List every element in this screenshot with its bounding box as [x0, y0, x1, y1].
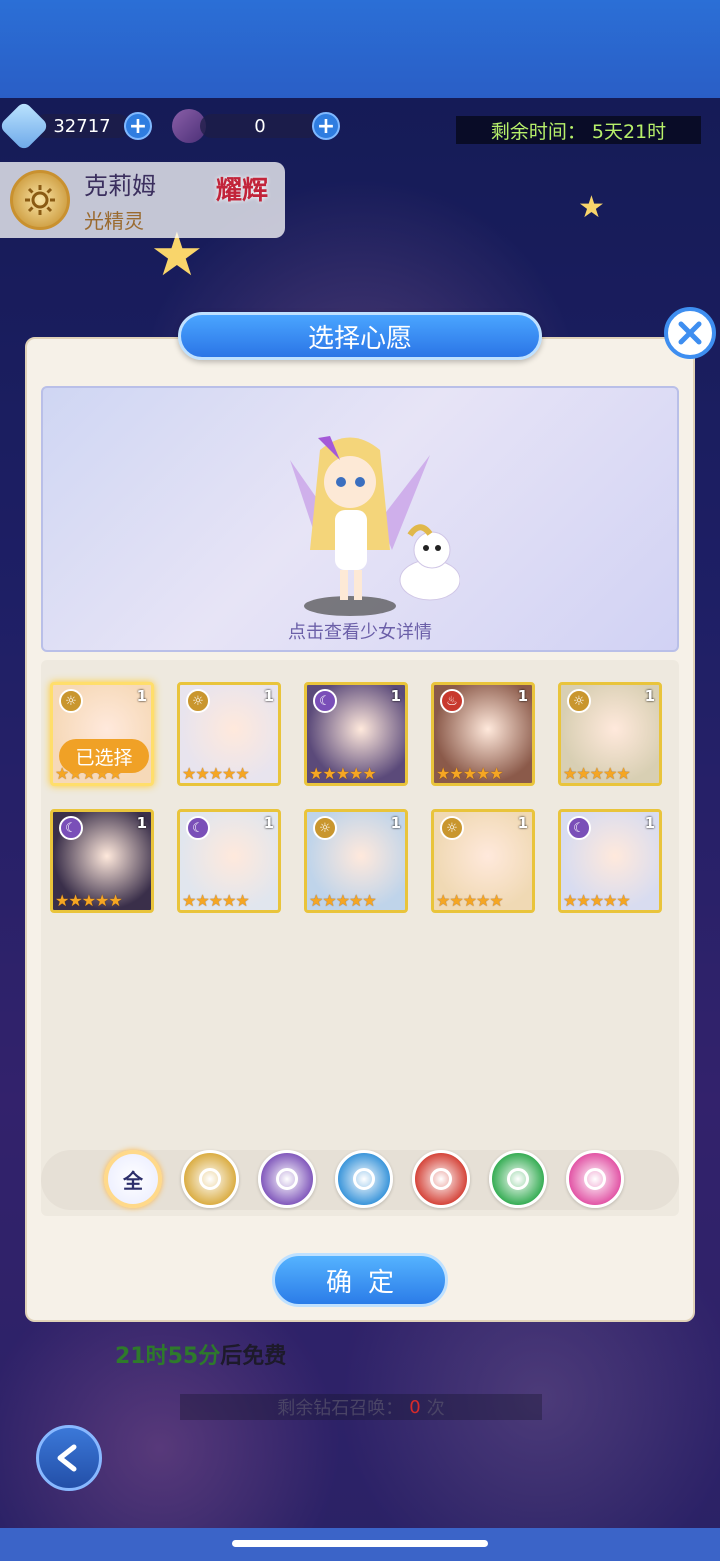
add-gems-button[interactable]: + — [124, 112, 152, 140]
hero-card[interactable]: ☼ 1 ★★★★★ — [177, 682, 281, 786]
hero-card[interactable]: ☾ 1 ★★★★★ — [177, 809, 281, 913]
summon-unit: 次 — [426, 1398, 445, 1419]
dark-element-icon: ☾ — [59, 816, 83, 840]
dialog-title: 选择心愿 — [178, 312, 542, 360]
hero-card[interactable]: ☼ 1 ★★★★★ 已选择 — [50, 682, 154, 786]
rank-badge: 耀辉 — [216, 176, 269, 206]
light-element-icon: ☼ — [313, 816, 337, 840]
light-element-icon: ☼ — [59, 689, 83, 713]
hero-card[interactable]: ☾ 1 ★★★★★ — [558, 809, 662, 913]
hero-card[interactable]: ☼ 1 ★★★★★ — [431, 809, 535, 913]
filter-cosmic-button[interactable] — [566, 1150, 624, 1208]
dark-element-icon: ☾ — [313, 689, 337, 713]
dark-element-icon: ☾ — [186, 816, 210, 840]
star-decoration-icon: ★ — [578, 190, 605, 225]
add-tickets-button[interactable]: + — [312, 112, 340, 140]
hero-level: 1 — [263, 687, 274, 705]
top-banner — [0, 0, 720, 98]
filter-light-button[interactable] — [181, 1150, 239, 1208]
hero-stars: ★★★★★ — [55, 891, 123, 910]
wind-element-icon — [507, 1168, 529, 1190]
dark-element-icon: ☾ — [567, 816, 591, 840]
back-arrow-icon — [57, 1444, 77, 1472]
ticket-count: 0 — [200, 114, 320, 138]
selected-tag: 已选择 — [59, 739, 149, 773]
remaining-time: 剩余时间： 5天21时 — [456, 116, 701, 144]
hero-level: 1 — [390, 687, 401, 705]
preview-caption: 点击查看少女详情 — [288, 622, 432, 643]
free-time-value: 21时55分 — [115, 1344, 221, 1369]
hero-level: 1 — [644, 814, 655, 832]
hero-stars: ★★★★★ — [436, 891, 504, 910]
filter-water-button[interactable] — [335, 1150, 393, 1208]
close-icon — [678, 321, 702, 345]
light-element-icon: ☼ — [567, 689, 591, 713]
hero-stars: ★★★★★ — [309, 891, 377, 910]
remaining-time-label: 剩余时间： — [490, 120, 586, 143]
hero-stars: ★★★★★ — [182, 764, 250, 783]
hero-level: 1 — [390, 814, 401, 832]
light-element-icon: ☼ — [440, 816, 464, 840]
hero-card[interactable]: ☼ 1 ★★★★★ — [558, 682, 662, 786]
confirm-button[interactable]: 确定 — [272, 1253, 448, 1307]
hero-level: 1 — [136, 687, 147, 705]
light-element-icon: ☼ — [186, 689, 210, 713]
free-summon-timer: 21时55分后免费 — [115, 1338, 286, 1370]
hero-card[interactable]: ☼ 1 ★★★★★ — [304, 809, 408, 913]
hero-name: 克莉姆 — [84, 172, 156, 200]
hero-card[interactable]: ☾ 1 ★★★★★ — [304, 682, 408, 786]
filter-wind-button[interactable] — [489, 1150, 547, 1208]
light-element-icon — [199, 1168, 221, 1190]
cosmic-element-icon — [584, 1168, 606, 1190]
hero-subtitle: 光精灵 — [84, 209, 144, 233]
hero-card[interactable]: ☾ 1 ★★★★★ — [50, 809, 154, 913]
light-element-icon — [10, 170, 70, 230]
hero-level: 1 — [517, 687, 528, 705]
remaining-time-value: 5天21时 — [591, 120, 667, 143]
hero-stars: ★★★★★ — [563, 891, 631, 910]
filter-all-button[interactable]: 全 — [104, 1150, 162, 1208]
hero-card[interactable]: ♨ 1 ★★★★★ — [431, 682, 535, 786]
confirm-label: 确定 — [325, 1267, 410, 1298]
back-button[interactable] — [36, 1425, 102, 1491]
ticket-currency: 0 + — [172, 109, 340, 143]
gem-currency: 32717 + — [0, 100, 152, 152]
fire-element-icon — [430, 1168, 452, 1190]
close-button[interactable] — [664, 307, 716, 359]
hero-stars: ★★★★★ — [436, 764, 504, 783]
home-indicator[interactable] — [232, 1540, 488, 1547]
summon-label: 剩余钻石召唤： — [277, 1398, 404, 1419]
hero-level: 1 — [644, 687, 655, 705]
hero-chibi-image[interactable] — [280, 430, 461, 620]
dark-element-icon — [276, 1168, 298, 1190]
hero-level: 1 — [263, 814, 274, 832]
hero-level: 1 — [136, 814, 147, 832]
hero-stars: ★★★★★ — [309, 764, 377, 783]
summon-count: 0 — [409, 1396, 421, 1418]
gem-count: 32717 — [34, 114, 130, 138]
filter-fire-button[interactable] — [412, 1150, 470, 1208]
featured-hero-card[interactable]: 克莉姆 光精灵 耀辉 — [0, 162, 285, 238]
hero-level: 1 — [517, 814, 528, 832]
filter-all-label: 全 — [123, 1168, 143, 1193]
fire-element-icon: ♨ — [440, 689, 464, 713]
water-element-icon — [353, 1168, 375, 1190]
filter-dark-button[interactable] — [258, 1150, 316, 1208]
hero-stars: ★★★★★ — [563, 764, 631, 783]
hero-stars: ★★★★★ — [182, 891, 250, 910]
free-time-suffix: 后免费 — [220, 1344, 287, 1369]
diamond-summon-remaining: 剩余钻石召唤： 0 次 — [180, 1394, 542, 1420]
